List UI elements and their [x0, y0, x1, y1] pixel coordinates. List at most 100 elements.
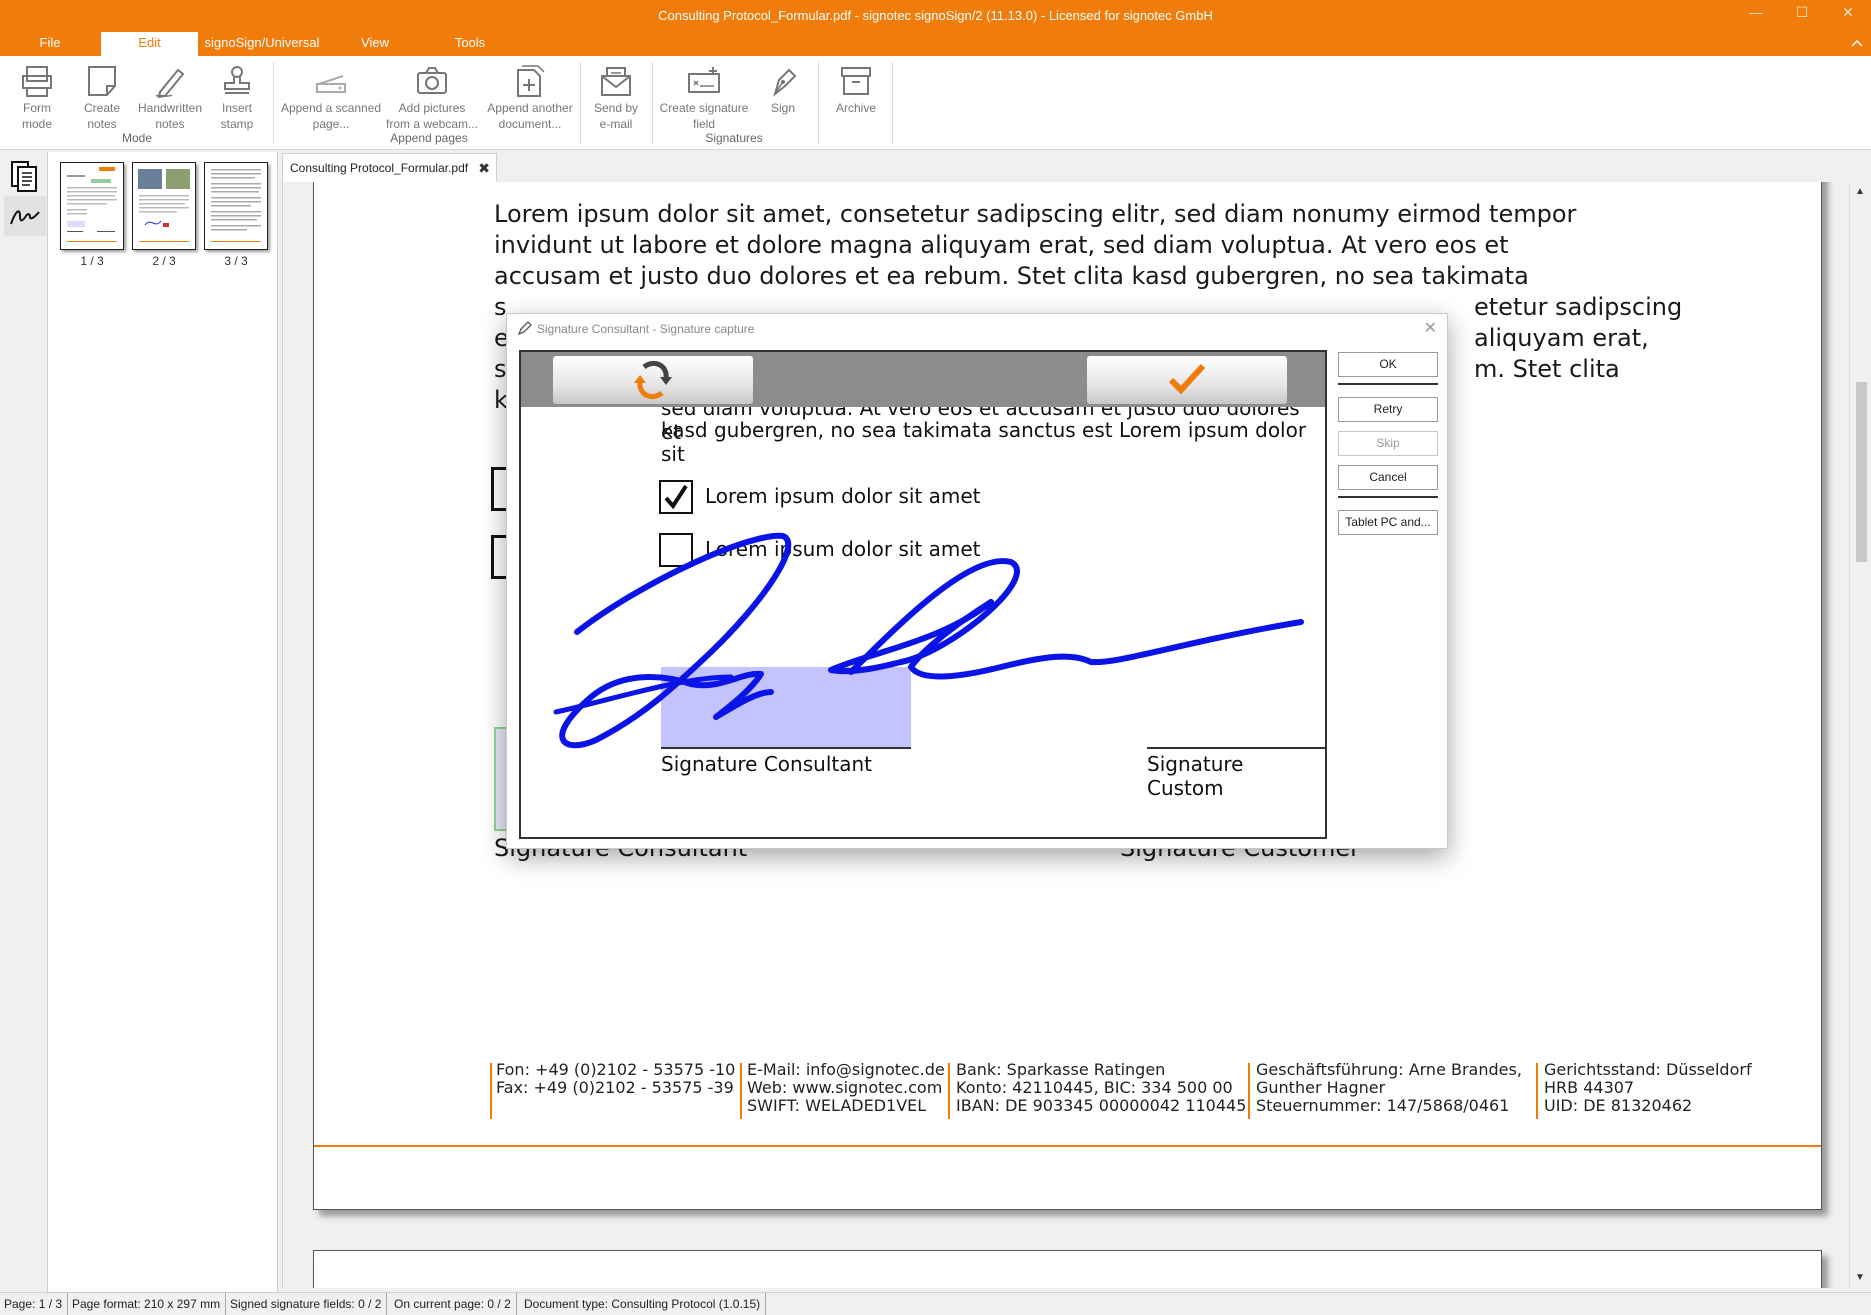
tab-signosign-universal[interactable]: signoSign/Universal: [198, 32, 326, 56]
paragraph-line: Lorem ipsum dolor sit amet, consetetur s…: [494, 200, 1577, 228]
footer-phone: Fon: +49 (0)2102 - 53575 -10 Fax: +49 (0…: [496, 1061, 735, 1097]
retry-button[interactable]: Retry: [1338, 397, 1438, 422]
create-signature-field-button[interactable]: Create signature field: [656, 64, 752, 132]
thumbnail-page-1[interactable]: [60, 162, 124, 250]
append-scanned-label-1: Append a scanned: [280, 101, 382, 115]
document-tab[interactable]: Consulting Protocol_Formular.pdf ✖: [282, 153, 497, 182]
stamp-icon: [219, 64, 255, 98]
pages-icon: [11, 161, 37, 192]
tab-file[interactable]: File: [18, 32, 82, 56]
left-panel-switcher: [0, 152, 48, 1292]
footer-divider: [740, 1063, 742, 1119]
document-tab-strip: Consulting Protocol_Formular.pdf ✖: [282, 152, 1871, 182]
tab-tools[interactable]: Tools: [440, 32, 500, 56]
signatures-panel-button[interactable]: [4, 196, 46, 236]
menu-bar: File Edit signoSign/Universal View Tools: [0, 32, 1871, 56]
signature-canvas[interactable]: sed diam voluptua. At vero eos et accusa…: [519, 350, 1327, 839]
create-notes-button[interactable]: Create notes: [74, 64, 130, 132]
handwritten-notes-label-1: Handwritten: [137, 101, 203, 115]
form-mode-button[interactable]: Form mode: [10, 64, 64, 132]
thumbnail-page-3[interactable]: [204, 162, 268, 250]
footer-contact: E-Mail: info@signotec.de Web: www.signot…: [747, 1061, 945, 1115]
footer-line: Geschäftsführung: Arne Brandes,: [1256, 1060, 1522, 1079]
maximize-button[interactable]: ☐: [1784, 4, 1820, 21]
paragraph-line: s: [494, 293, 507, 321]
group-label-mode: Mode: [121, 131, 153, 145]
create-signature-field-label-2: field: [692, 117, 715, 131]
group-label-signatures: Signatures: [705, 131, 763, 145]
scroll-down-icon[interactable]: ▼: [1855, 1272, 1865, 1283]
dialog-title: Signature Consultant - Signature capture: [537, 322, 755, 336]
footer-line: Fon: +49 (0)2102 - 53575 -10: [496, 1060, 736, 1079]
send-email-label-1: Send by: [593, 101, 639, 115]
form-mode-label-1: Form: [23, 101, 51, 115]
scrollbar-thumb[interactable]: [1856, 382, 1867, 562]
footer-line: Fax: +49 (0)2102 - 53575 -39: [496, 1078, 734, 1097]
tab-view[interactable]: View: [345, 32, 405, 56]
cancel-button[interactable]: Cancel: [1338, 465, 1438, 490]
footer-divider: [490, 1063, 492, 1119]
add-pictures-label-1: Add pictures: [398, 101, 466, 115]
create-signature-field-label-1: Create signature: [659, 101, 749, 115]
append-document-label-2: document...: [498, 117, 562, 131]
append-scanned-page-button[interactable]: Append a scanned page...: [280, 64, 382, 132]
status-page: Page: 1 / 3: [0, 1293, 69, 1315]
paragraph-line: s: [494, 355, 507, 383]
paragraph-line: invidunt ut labore et dolore magna aliqu…: [494, 231, 1509, 259]
tab-edit[interactable]: Edit: [101, 32, 198, 56]
status-document-type: Document type: Consulting Protocol (1.0.…: [520, 1293, 767, 1315]
footer-line: Bank: Sparkasse Ratingen: [956, 1060, 1166, 1079]
pages-panel-button[interactable]: [4, 156, 46, 196]
scroll-up-icon[interactable]: ▲: [1855, 186, 1865, 197]
footer-divider: [1248, 1063, 1250, 1119]
close-icon[interactable]: ✕: [1424, 318, 1437, 338]
append-document-button[interactable]: Append another document...: [482, 64, 578, 132]
footer-line: Web: www.signotec.com: [747, 1078, 943, 1097]
handwritten-notes-button[interactable]: Handwritten notes: [134, 64, 206, 132]
footer-court: Gerichtsstand: Düsseldorf HRB 44307 UID:…: [1544, 1061, 1752, 1115]
footer-divider: [948, 1063, 950, 1119]
send-email-button[interactable]: Send by e-mail: [586, 64, 646, 132]
handwritten-notes-label-2: notes: [155, 117, 185, 131]
scanner-icon: [313, 64, 349, 98]
sign-button[interactable]: Sign: [760, 64, 806, 116]
archive-icon: [838, 64, 874, 98]
vertical-scrollbar[interactable]: ▲ ▼: [1849, 182, 1871, 1288]
paragraph-line: accusam et justo duo dolores et ea rebum…: [494, 262, 1529, 290]
signature-icon: [10, 210, 40, 225]
archive-label: Archive: [835, 101, 876, 115]
group-separator: [818, 62, 819, 144]
collapse-ribbon-icon[interactable]: [1851, 36, 1863, 50]
status-signed-fields: Signed signature fields: 0 / 2: [226, 1293, 388, 1315]
close-tab-icon[interactable]: ✖: [478, 154, 490, 182]
paragraph-fragment: aliquyam erat,: [1474, 324, 1649, 352]
insert-stamp-button[interactable]: Insert stamp: [210, 64, 264, 132]
add-webcam-pictures-button[interactable]: Add pictures from a webcam...: [384, 64, 480, 132]
footer-line: Steuernummer: 147/5868/0461: [1256, 1096, 1510, 1115]
window-title: Consulting Protocol_Formular.pdf - signo…: [658, 8, 1213, 23]
button-separator: [1338, 383, 1438, 385]
footer-line: IBAN: DE 903345 00000042 110445: [956, 1096, 1247, 1115]
ok-button[interactable]: OK: [1338, 352, 1438, 377]
signature-field-icon: [686, 64, 722, 98]
footer-management: Geschäftsführung: Arne Brandes, Gunther …: [1256, 1061, 1522, 1115]
group-separator: [652, 62, 653, 144]
form-mode-label-2: mode: [21, 117, 53, 131]
group-separator: [580, 62, 581, 144]
insert-stamp-label-2: stamp: [220, 117, 254, 131]
append-scanned-label-2: page...: [312, 117, 350, 131]
create-notes-label-1: Create: [83, 101, 121, 115]
close-window-button[interactable]: ✕: [1830, 4, 1866, 21]
status-current-page-fields: On current page: 0 / 2: [390, 1293, 517, 1315]
thumbnail-page-2[interactable]: [132, 162, 196, 250]
footer-bank: Bank: Sparkasse Ratingen Konto: 42110445…: [956, 1061, 1246, 1115]
footer-line: UID: DE 81320462: [1544, 1096, 1693, 1115]
archive-button[interactable]: Archive: [828, 64, 884, 116]
mail-icon: [598, 64, 634, 98]
minimize-button[interactable]: —: [1738, 4, 1774, 20]
button-separator: [1338, 496, 1438, 498]
tablet-pc-button[interactable]: Tablet PC and...: [1338, 510, 1438, 535]
footer-rule: [314, 1145, 1821, 1147]
note-icon: [84, 64, 120, 98]
skip-button[interactable]: Skip: [1338, 431, 1438, 456]
